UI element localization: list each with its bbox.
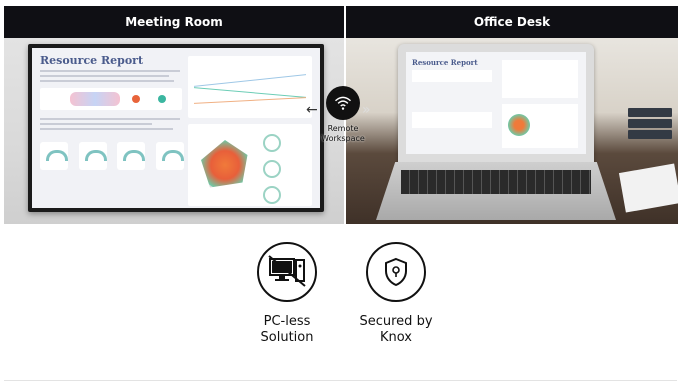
wifi-icon [326, 86, 360, 120]
laptop-screen: Resource Report [398, 44, 594, 162]
gauge [117, 142, 146, 170]
pc-less-icon [257, 242, 317, 302]
gauge [78, 142, 107, 170]
laptop-report-title: Resource Report [412, 58, 478, 67]
laptop-dashboard: Resource Report [406, 52, 586, 154]
metric-dot-teal [158, 95, 166, 103]
report-text-lines [40, 70, 180, 85]
laptop-keyboard [401, 170, 591, 194]
gauge [40, 142, 68, 170]
trend-wave [70, 92, 120, 106]
office-desk-scene: Resource Report [346, 38, 678, 224]
metric-bar [40, 88, 182, 110]
meeting-room-title: Meeting Room [125, 15, 223, 29]
shield-icon [366, 242, 426, 302]
arrow-right-icon: » [362, 102, 371, 118]
knox-label: Secured by Knox [359, 314, 433, 345]
gauge [155, 142, 184, 170]
meeting-room-header: Meeting Room [4, 6, 344, 38]
ring-gauges [260, 132, 306, 208]
remote-workspace-label: Remote Workspace [321, 124, 365, 143]
gauge-row [40, 142, 184, 172]
report-text-lines-2 [40, 118, 180, 133]
papers [618, 163, 678, 213]
books [628, 108, 672, 148]
office-desk-header: Office Desk [346, 6, 678, 38]
arrow-left-icon: ← [306, 102, 318, 118]
radar-shape [201, 140, 248, 188]
feature-knox: Secured by Knox [348, 242, 444, 346]
display-screen: Resource Report [28, 44, 324, 212]
feature-pc-less: PC-less Solution [239, 242, 335, 346]
dashboard-screen: Resource Report [32, 48, 320, 208]
report-title: Resource Report [40, 54, 144, 67]
meeting-room-scene: Resource Report [4, 38, 344, 224]
radar-chart [188, 124, 312, 206]
office-desk-title: Office Desk [473, 15, 551, 29]
divider [4, 380, 677, 381]
pc-less-label: PC-less Solution [260, 314, 314, 345]
line-chart [188, 56, 312, 118]
metric-dot-orange [132, 95, 140, 103]
